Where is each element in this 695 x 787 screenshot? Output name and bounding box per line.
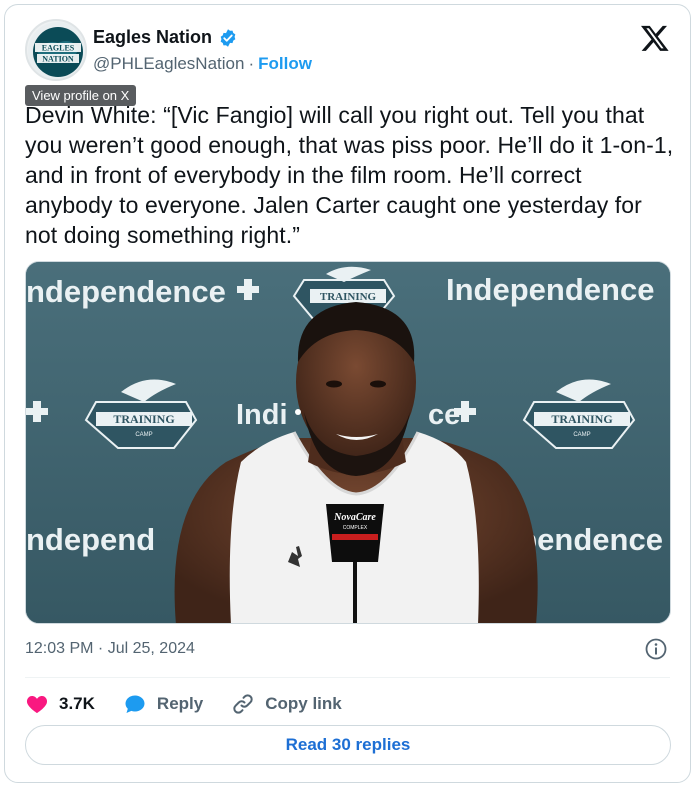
reply-button[interactable]: Reply [123,692,203,716]
heart-icon [26,696,48,713]
avatar[interactable]: EAGLES NATION [25,19,87,81]
svg-text:TRAINING: TRAINING [320,291,377,303]
tweet-text: Devin White: “[Vic Fangio] will call you… [25,102,674,248]
author-name-row: Eagles Nation [93,27,238,48]
svg-text:ndepend: ndepend [26,522,155,557]
svg-text:ndependence: ndependence [26,274,226,309]
info-icon[interactable] [644,637,668,661]
tweet-card: EAGLES NATION Eagles Nation @PHLEaglesNa… [4,4,691,783]
copy-link-label: Copy link [265,694,342,713]
display-name[interactable]: Eagles Nation [93,27,212,48]
svg-text:NovaCare: NovaCare [333,512,376,523]
svg-text:Indi: Indi [236,399,288,431]
verified-badge-icon [218,28,238,48]
svg-text:TRAINING: TRAINING [551,412,612,426]
like-button[interactable]: 3.7K [25,692,95,716]
action-bar: 3.7K Reply Copy link [25,687,342,721]
tweet-media-image[interactable]: ndependence Independence Indi ce ndepend… [25,261,671,624]
separator-dot: · [248,54,255,73]
reply-bubble-icon [125,695,145,713]
svg-text:CAMP: CAMP [573,432,590,438]
like-count: 3.7K [59,694,95,713]
read-replies-button[interactable]: Read 30 replies [25,725,671,765]
reply-label: Reply [156,694,204,713]
copy-link-button[interactable]: Copy link [231,692,342,716]
link-icon [233,694,253,714]
profile-tooltip: View profile on X [25,85,137,106]
follow-button[interactable]: Follow [258,54,312,74]
svg-text:TRAINING: TRAINING [113,412,174,426]
x-logo-icon[interactable] [640,23,670,53]
divider [25,677,670,678]
svg-text:EAGLES: EAGLES [42,44,75,53]
eagles-nation-logo-icon: EAGLES NATION [28,22,85,79]
svg-text:NATION: NATION [42,55,74,64]
svg-text:COMPLEX: COMPLEX [343,525,368,531]
handle-row: @PHLEaglesNation · Follow [93,54,312,74]
author-handle[interactable]: @PHLEaglesNation [93,54,244,74]
svg-text:Independence: Independence [446,272,654,307]
timestamp[interactable]: 12:03 PM · Jul 25, 2024 [25,640,195,658]
svg-text:CAMP: CAMP [135,432,152,438]
